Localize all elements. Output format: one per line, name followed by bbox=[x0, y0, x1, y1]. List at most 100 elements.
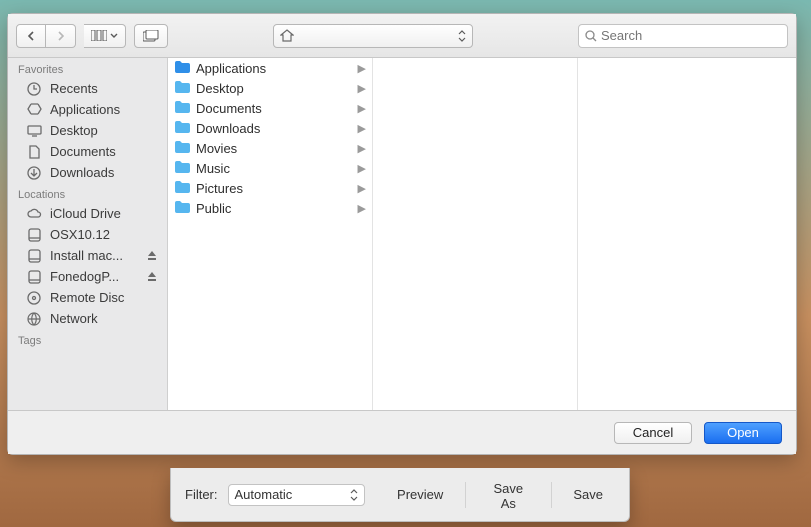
folder-label: Downloads bbox=[196, 121, 260, 136]
disk-icon bbox=[26, 270, 42, 284]
chevron-left-icon bbox=[27, 31, 36, 41]
disk-icon bbox=[26, 249, 42, 263]
folder-row[interactable]: Public▶ bbox=[168, 198, 372, 218]
folder-icon bbox=[174, 160, 190, 176]
sidebar-item-label: Remote Disc bbox=[50, 290, 124, 305]
filter-label: Filter: bbox=[185, 487, 218, 502]
sidebar-item[interactable]: Recents bbox=[8, 78, 167, 99]
sidebar-item-label: OSX10.12 bbox=[50, 227, 110, 242]
folder-label: Applications bbox=[196, 61, 266, 76]
chevron-right-icon: ▶ bbox=[358, 102, 366, 115]
sidebar[interactable]: Favorites Recents Applications Desktop Docum… bbox=[8, 58, 168, 410]
chevron-down-icon bbox=[110, 33, 118, 39]
chevron-right-icon: ▶ bbox=[358, 182, 366, 195]
folder-icon bbox=[174, 100, 190, 116]
sidebar-header: Favorites bbox=[8, 58, 167, 78]
chevron-right-icon: ▶ bbox=[358, 162, 366, 175]
sidebar-item[interactable]: Remote Disc bbox=[8, 287, 167, 308]
sidebar-item-label: Documents bbox=[50, 144, 116, 159]
sidebar-item[interactable]: Downloads bbox=[8, 162, 167, 183]
sidebar-item-label: FonedogP... bbox=[50, 269, 119, 284]
browser-column[interactable] bbox=[373, 58, 578, 410]
sidebar-item[interactable]: Install mac... bbox=[8, 245, 167, 266]
eject-icon[interactable] bbox=[147, 271, 157, 282]
save-as-button[interactable]: Save As bbox=[476, 481, 540, 509]
updown-icon bbox=[458, 30, 466, 42]
folder-icon bbox=[174, 140, 190, 156]
dialog-body: FavoritesRecentsApplicationsDesktopDocum… bbox=[8, 58, 796, 410]
secondary-toolbar: Filter: Automatic Preview Save As Save bbox=[170, 468, 630, 522]
sidebar-item-label: Downloads bbox=[50, 165, 114, 180]
folder-icon bbox=[174, 200, 190, 216]
sidebar-item-label: Install mac... bbox=[50, 248, 123, 263]
chevron-right-icon bbox=[56, 31, 65, 41]
search-field[interactable] bbox=[578, 24, 788, 48]
sidebar-item[interactable]: FonedogP... bbox=[8, 266, 167, 287]
disc-icon bbox=[26, 291, 42, 305]
folder-label: Pictures bbox=[196, 181, 243, 196]
back-button[interactable] bbox=[16, 24, 46, 48]
sidebar-header: Tags bbox=[8, 329, 167, 349]
cancel-button[interactable]: Cancel bbox=[614, 422, 692, 444]
documents-icon bbox=[26, 145, 42, 159]
sidebar-item-label: Applications bbox=[50, 102, 120, 117]
preview-button[interactable]: Preview bbox=[385, 481, 455, 509]
sidebar-item-label: iCloud Drive bbox=[50, 206, 121, 221]
toolbar bbox=[8, 14, 796, 58]
folder-row[interactable]: Desktop ▶ bbox=[168, 78, 372, 98]
dialog-footer: Cancel Open bbox=[8, 410, 796, 454]
globe-icon bbox=[26, 312, 42, 326]
browser-column[interactable] bbox=[578, 58, 796, 410]
open-button[interactable]: Open bbox=[704, 422, 782, 444]
column-view-icon bbox=[91, 30, 107, 41]
filter-dropdown[interactable]: Automatic bbox=[228, 484, 366, 506]
sidebar-item[interactable]: OSX10.12 bbox=[8, 224, 167, 245]
nav-buttons bbox=[16, 24, 76, 48]
save-button[interactable]: Save bbox=[561, 481, 615, 509]
cloud-icon bbox=[26, 208, 42, 219]
folder-row[interactable]: Movies ▶ bbox=[168, 138, 372, 158]
view-mode-button[interactable] bbox=[84, 24, 126, 48]
folder-icon bbox=[174, 60, 190, 76]
open-file-dialog: FavoritesRecentsApplicationsDesktopDocum… bbox=[7, 13, 797, 455]
divider bbox=[551, 482, 552, 508]
sidebar-item[interactable]: Applications bbox=[8, 99, 167, 120]
divider bbox=[465, 482, 466, 508]
clock-icon bbox=[26, 82, 42, 96]
folder-row[interactable]: Documents ▶ bbox=[168, 98, 372, 118]
path-dropdown[interactable] bbox=[273, 24, 473, 48]
folder-icon bbox=[174, 180, 190, 196]
chevron-right-icon: ▶ bbox=[358, 122, 366, 135]
folder-label: Movies bbox=[196, 141, 237, 156]
folder-row[interactable]: Pictures ▶ bbox=[168, 178, 372, 198]
chevron-right-icon: ▶ bbox=[358, 202, 366, 215]
folder-label: Desktop bbox=[196, 81, 244, 96]
disk-icon bbox=[26, 228, 42, 242]
sidebar-item-label: Recents bbox=[50, 81, 98, 96]
folder-icon bbox=[174, 120, 190, 136]
folder-row[interactable]: Applications▶ bbox=[168, 58, 372, 78]
folder-row[interactable]: Music ▶ bbox=[168, 158, 372, 178]
chevron-right-icon: ▶ bbox=[358, 82, 366, 95]
home-icon bbox=[280, 29, 294, 42]
chevron-right-icon: ▶ bbox=[358, 142, 366, 155]
sidebar-item[interactable]: Network bbox=[8, 308, 167, 329]
folder-icon bbox=[174, 80, 190, 96]
sidebar-item[interactable]: Documents bbox=[8, 141, 167, 162]
folder-label: Music bbox=[196, 161, 230, 176]
sidebar-item-label: Network bbox=[50, 311, 98, 326]
forward-button[interactable] bbox=[46, 24, 76, 48]
group-button[interactable] bbox=[134, 24, 168, 48]
sidebar-item[interactable]: Desktop bbox=[8, 120, 167, 141]
folder-row[interactable]: Downloads ▶ bbox=[168, 118, 372, 138]
group-icon bbox=[143, 30, 159, 42]
desktop-icon bbox=[26, 125, 42, 137]
apps-icon bbox=[26, 103, 42, 116]
folder-label: Documents bbox=[196, 101, 262, 116]
filter-value: Automatic bbox=[235, 487, 347, 502]
browser-column[interactable]: Applications▶Desktop▶Documents▶Downloads… bbox=[168, 58, 373, 410]
updown-icon bbox=[350, 489, 358, 501]
sidebar-item[interactable]: iCloud Drive bbox=[8, 203, 167, 224]
eject-icon[interactable] bbox=[147, 250, 157, 261]
search-input[interactable] bbox=[601, 28, 781, 43]
